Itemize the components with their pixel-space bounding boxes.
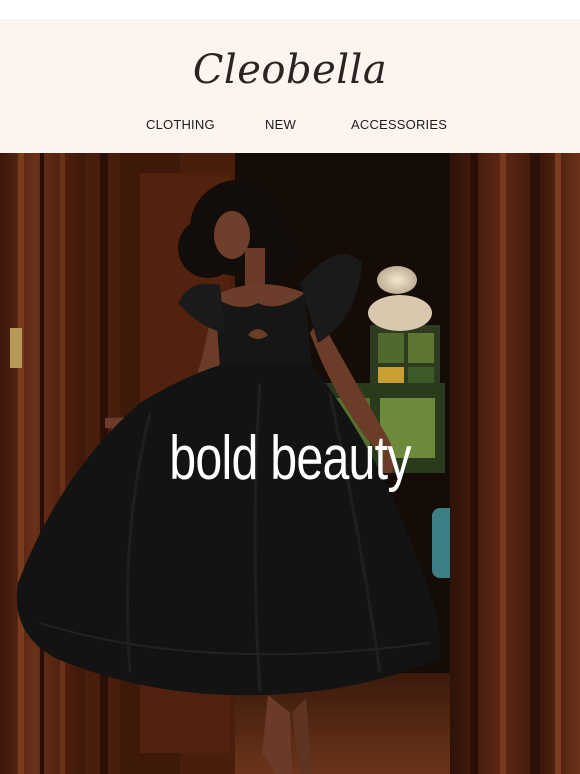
nav-link-clothing[interactable]: CLOTHING bbox=[146, 117, 215, 132]
nav-link-accessories[interactable]: ACCESSORIES bbox=[351, 117, 447, 132]
door-hinge bbox=[10, 328, 22, 368]
brand-logo[interactable]: Cleobella bbox=[0, 47, 580, 93]
email-header: Cleobella CLOTHING NEW ACCESSORIES bbox=[0, 19, 580, 153]
model-face bbox=[214, 211, 250, 259]
hero-banner[interactable]: bold beauty bbox=[0, 153, 580, 774]
main-nav: CLOTHING NEW ACCESSORIES bbox=[0, 117, 580, 137]
pendant-lamp bbox=[377, 266, 417, 294]
email-page: Cleobella CLOTHING NEW ACCESSORIES bold … bbox=[0, 0, 580, 774]
top-spacer bbox=[0, 0, 580, 19]
nav-link-new[interactable]: NEW bbox=[265, 117, 296, 132]
hero-headline: bold beauty bbox=[169, 424, 411, 493]
